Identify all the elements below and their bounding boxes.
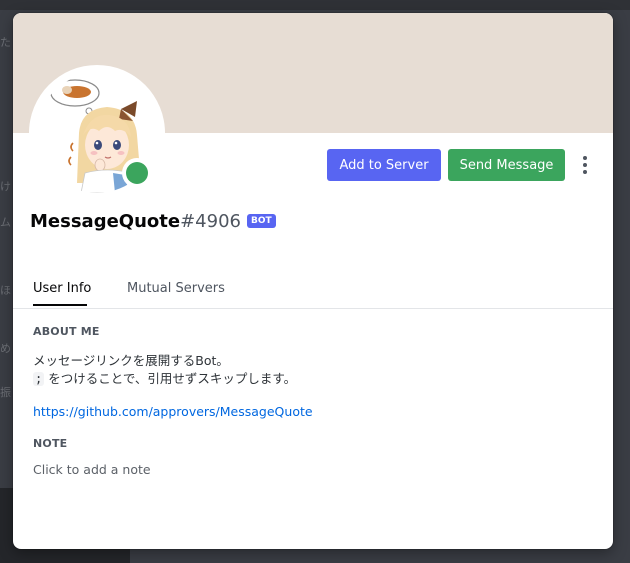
active-tab-indicator <box>33 304 87 306</box>
tab-mutual-servers[interactable]: Mutual Servers <box>127 269 225 307</box>
more-options-icon[interactable] <box>577 152 593 178</box>
about-me-line-2-text: をつけることで、引用せずスキップします。 <box>44 371 297 386</box>
add-to-server-button[interactable]: Add to Server <box>327 149 441 181</box>
background-fragment: ほ <box>0 284 11 297</box>
send-message-button[interactable]: Send Message <box>448 149 565 181</box>
user-profile-modal: Add to Server Send Message MessageQuote … <box>13 13 613 549</box>
more-dot <box>583 163 587 167</box>
profile-name-row: MessageQuote #4906 BOT <box>30 209 276 233</box>
more-dot <box>583 156 587 160</box>
online-status-indicator <box>126 162 148 184</box>
background-fragment: た <box>0 36 11 49</box>
note-title: NOTE <box>33 437 68 450</box>
github-link[interactable]: https://github.com/approvers/MessageQuot… <box>33 404 313 419</box>
about-me-line-2: ; をつけることで、引用せずスキップします。 <box>33 368 296 387</box>
username: MessageQuote <box>30 210 181 232</box>
background-fragment: ム <box>0 216 11 229</box>
discriminator: #4906 <box>180 210 241 232</box>
profile-tabs: User Info Mutual Servers <box>13 269 613 309</box>
more-dot <box>583 170 587 174</box>
bot-tag: BOT <box>246 214 276 228</box>
background-fragment: 振 <box>0 386 11 399</box>
about-me-line-1: メッセージリンクを展開するBot。 <box>33 353 229 368</box>
about-me-title: ABOUT ME <box>33 325 100 338</box>
tabs-divider <box>13 308 613 309</box>
note-input[interactable]: Click to add a note <box>33 462 593 482</box>
tab-user-info[interactable]: User Info <box>33 269 91 307</box>
background-fragment: け <box>0 180 11 193</box>
background-fragment: め <box>0 342 11 355</box>
inline-code: ; <box>33 372 45 386</box>
background-header <box>0 0 630 10</box>
